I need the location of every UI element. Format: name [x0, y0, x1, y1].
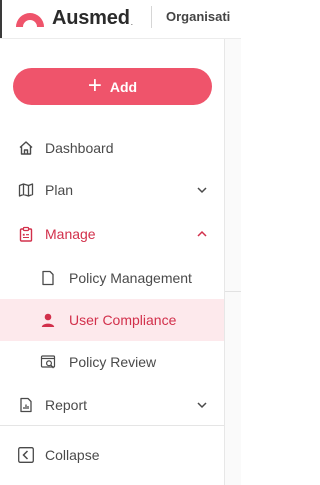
user-icon: [41, 313, 55, 327]
content-divider: [225, 291, 241, 292]
collapse-label: Collapse: [45, 447, 100, 463]
sidebar-item-label: Plan: [45, 182, 74, 198]
logo-mark-icon: [16, 13, 44, 27]
clipboard-icon: [19, 226, 33, 242]
chevron-up-icon[interactable]: [196, 228, 208, 240]
sidebar-item-label: User Compliance: [69, 312, 177, 328]
review-icon: [40, 355, 56, 369]
sidebar-item-dashboard[interactable]: Dashboard: [0, 127, 224, 169]
add-button-label: Add: [109, 78, 138, 95]
organisation-link[interactable]: Organisati: [166, 9, 230, 24]
sidebar-item-label: Dashboard: [45, 140, 114, 156]
sidebar-item-plan[interactable]: Plan: [0, 169, 224, 211]
sidebar-item-user-compliance[interactable]: User Compliance: [0, 299, 224, 341]
sidebar-border: [224, 38, 225, 485]
header-bottom-border: [0, 38, 241, 39]
sidebar-item-policy-management[interactable]: Policy Management: [0, 257, 224, 299]
home-icon: [19, 141, 33, 155]
ausmed-logo[interactable]: Ausmed .: [14, 3, 133, 33]
chevron-left-icon: [18, 447, 34, 463]
brand-name: Ausmed: [52, 6, 130, 29]
sidebar-item-label: Report: [45, 397, 88, 413]
header-divider: [151, 6, 152, 28]
sidebar-item-policy-review[interactable]: Policy Review: [0, 341, 224, 383]
sidebar-item-label: Manage: [45, 226, 96, 242]
sidebar-item-label: Policy Management: [69, 270, 192, 286]
plus-icon: +: [87, 71, 102, 99]
add-button[interactable]: + Add: [13, 68, 212, 105]
chevron-down-icon[interactable]: [196, 399, 208, 411]
collapse-button[interactable]: Collapse: [0, 434, 224, 476]
document-icon: [42, 270, 54, 286]
top-bar: Ausmed . Organisati: [0, 0, 241, 38]
main-content-area: [225, 38, 241, 485]
brand-mark: .: [130, 18, 133, 27]
chevron-down-icon[interactable]: [196, 184, 208, 196]
window-edge: [0, 0, 2, 38]
sidebar-item-label: Policy Review: [69, 354, 157, 370]
sidebar-divider: [0, 425, 224, 426]
sidebar-item-report[interactable]: Report: [0, 384, 224, 426]
map-icon: [18, 183, 34, 197]
report-icon: [20, 397, 32, 413]
sidebar-item-manage[interactable]: Manage: [0, 213, 224, 255]
